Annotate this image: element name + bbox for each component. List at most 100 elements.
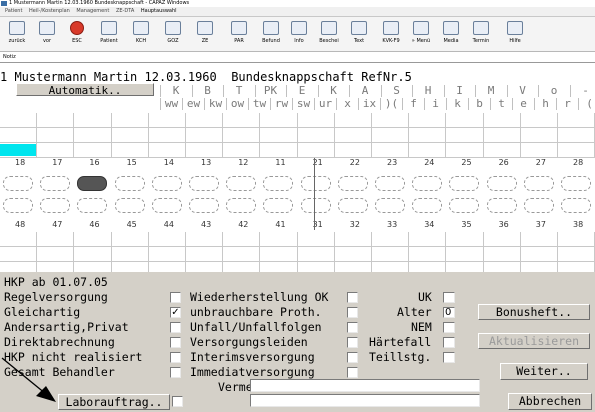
grid-cell[interactable] <box>74 247 112 262</box>
grid-cell[interactable] <box>74 128 112 143</box>
grid-cell[interactable] <box>111 232 149 247</box>
toolbar-button-back[interactable]: zurück <box>4 19 30 49</box>
checkbox-unfall-unfallfolgen[interactable] <box>347 322 358 333</box>
grid-cell[interactable] <box>483 113 521 128</box>
grid-cell[interactable] <box>297 143 335 158</box>
grid-cell[interactable] <box>148 143 186 158</box>
grid-cell[interactable] <box>223 143 261 158</box>
toolbar-button-patient[interactable]: Patient <box>96 19 122 49</box>
grid-cell[interactable] <box>0 128 38 143</box>
tooth-upper[interactable] <box>300 176 331 191</box>
grid-cell[interactable] <box>37 232 75 247</box>
grid-cell[interactable] <box>260 128 298 143</box>
laborauftrag-checkbox[interactable] <box>172 396 183 407</box>
tooth-upper[interactable] <box>337 176 368 191</box>
grid-cell[interactable] <box>223 232 261 247</box>
grid-cell[interactable] <box>0 247 38 262</box>
tooth-lower[interactable] <box>523 198 554 213</box>
grid-cell[interactable] <box>148 128 186 143</box>
grid-cell[interactable] <box>111 128 149 143</box>
grid-cell[interactable] <box>0 113 38 128</box>
grid-cell[interactable] <box>483 128 521 143</box>
grid-cell[interactable] <box>37 143 75 158</box>
tooth-lower[interactable] <box>151 198 182 213</box>
tooth-lower[interactable] <box>375 198 405 213</box>
grid-cell[interactable] <box>483 232 521 247</box>
tooth-upper[interactable] <box>189 176 219 191</box>
grid-cell[interactable] <box>446 128 484 143</box>
checkbox-hkp-nicht-realisiert[interactable] <box>170 352 181 363</box>
menu-item-heil-kostenplan[interactable]: Heil-/Kostenplan <box>29 8 70 14</box>
toolbar-button-esc[interactable]: ESC <box>64 19 90 49</box>
grid-cell[interactable] <box>520 113 558 128</box>
toolbar-button-bescheid[interactable]: Beschei <box>316 19 342 49</box>
grid-cell[interactable] <box>409 113 447 128</box>
checkbox-unbrauchbare-proth[interactable] <box>347 307 358 318</box>
grid-cell[interactable] <box>334 113 372 128</box>
checkbox-immediatversorgung[interactable] <box>347 367 358 378</box>
grid-cell[interactable] <box>297 232 335 247</box>
grid-cell[interactable] <box>297 113 335 128</box>
checkbox-wiederherstellung-ok[interactable] <box>347 292 358 303</box>
grid-cell[interactable] <box>186 113 224 128</box>
grid-cell[interactable] <box>111 113 149 128</box>
grid-cell[interactable] <box>111 143 149 158</box>
grid-cell[interactable] <box>260 247 298 262</box>
checkbox-andersartig-privat[interactable] <box>170 322 181 333</box>
grid-cell[interactable] <box>186 247 224 262</box>
checkbox-interimsversorgung[interactable] <box>347 352 358 363</box>
grid-cell[interactable] <box>558 143 595 158</box>
tooth-lower[interactable] <box>189 198 219 213</box>
grid-cell[interactable] <box>409 143 447 158</box>
grid-cell[interactable] <box>558 113 595 128</box>
grid-cell[interactable] <box>446 247 484 262</box>
grid-cell[interactable] <box>334 247 372 262</box>
checkbox-direktabrechnung[interactable] <box>170 337 181 348</box>
grid-cell[interactable] <box>260 143 298 158</box>
grid-cell[interactable] <box>483 143 521 158</box>
tooth-lower[interactable] <box>3 198 33 213</box>
toolbar-button-kch[interactable]: KCH <box>128 19 154 49</box>
tooth-upper[interactable] <box>3 176 33 191</box>
grid-cell[interactable] <box>334 143 372 158</box>
grid-cell[interactable] <box>148 113 186 128</box>
toolbar-button-text[interactable]: Text <box>346 19 372 49</box>
tooth-lower[interactable] <box>114 198 145 213</box>
grid-cell[interactable] <box>223 113 261 128</box>
grid-cell[interactable] <box>372 128 410 143</box>
bonusheft-button[interactable]: Bonusheft.. <box>478 304 590 320</box>
grid-cell[interactable] <box>372 143 410 158</box>
menu-item-ze-dta[interactable]: ZE-DTA <box>116 8 134 14</box>
grid-cell[interactable] <box>520 247 558 262</box>
field-haertefall[interactable] <box>443 337 455 348</box>
grid-cell[interactable] <box>37 128 75 143</box>
notiz-bar[interactable]: Notiz <box>0 52 595 63</box>
checkbox-gesamt-behandler[interactable] <box>170 367 181 378</box>
grid-cell[interactable] <box>409 232 447 247</box>
grid-cell[interactable] <box>483 247 521 262</box>
tooth-upper[interactable] <box>151 176 182 191</box>
tooth-upper[interactable] <box>77 176 108 191</box>
menu-item-hauptauswahl[interactable]: Hauptauswahl <box>141 8 177 14</box>
tooth-lower[interactable] <box>263 198 294 213</box>
grid-cell[interactable] <box>186 232 224 247</box>
abbrechen-button[interactable]: Abbrechen <box>508 393 592 410</box>
grid-cell[interactable] <box>37 247 75 262</box>
grid-cell[interactable] <box>372 232 410 247</box>
grid-cell[interactable] <box>334 232 372 247</box>
tooth-upper[interactable] <box>375 176 405 191</box>
automatik-button[interactable]: Automatik.. <box>16 83 154 97</box>
grid-cell[interactable] <box>260 113 298 128</box>
menu-item-patient[interactable]: Patient <box>5 8 22 14</box>
toolbar-button-befund[interactable]: Befund <box>258 19 284 49</box>
toolbar-button-help[interactable]: Hilfe <box>502 19 528 49</box>
grid-cell[interactable] <box>74 232 112 247</box>
grid-cell[interactable] <box>334 128 372 143</box>
menu-item-management[interactable]: Management <box>76 8 109 14</box>
tooth-upper[interactable] <box>263 176 294 191</box>
grid-cell[interactable] <box>223 128 261 143</box>
tooth-upper[interactable] <box>226 176 257 191</box>
grid-cell[interactable] <box>446 232 484 247</box>
grid-cell[interactable] <box>186 143 224 158</box>
grid-cell[interactable] <box>409 247 447 262</box>
